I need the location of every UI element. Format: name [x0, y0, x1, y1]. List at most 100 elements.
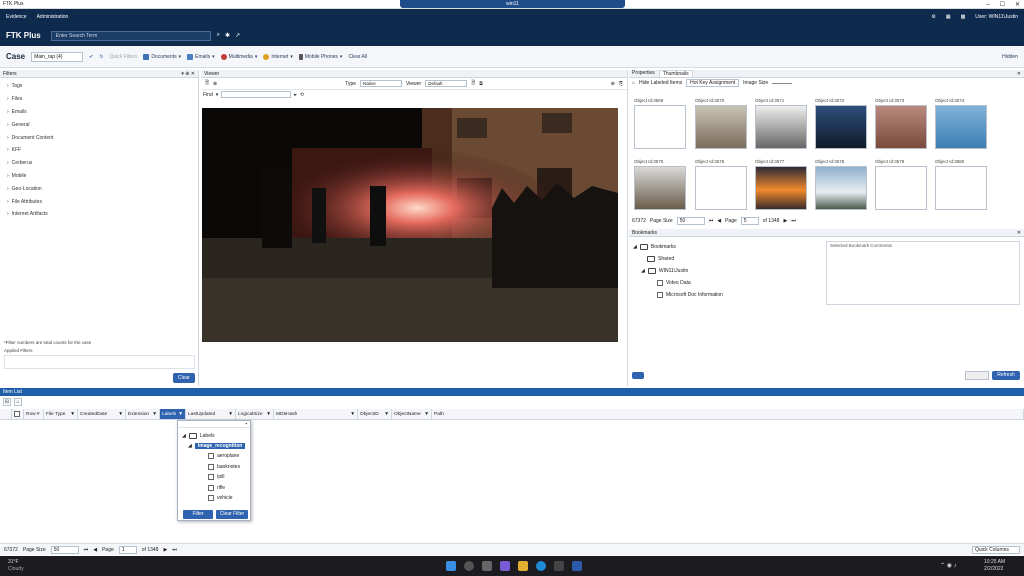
filter-icon[interactable]: ▼: [350, 412, 355, 417]
edge-icon[interactable]: [536, 561, 546, 571]
find-next-icon[interactable]: ▸: [294, 92, 297, 98]
close-icon[interactable]: ✕: [1015, 1, 1020, 8]
case-select[interactable]: Main_rap (4): [31, 51, 84, 62]
col-select[interactable]: [0, 409, 12, 419]
label-checkbox[interactable]: [208, 495, 214, 502]
col-md5[interactable]: MD5Hash ▼: [274, 409, 358, 419]
label-checkbox[interactable]: [208, 453, 214, 460]
close-icon[interactable]: ✕: [1017, 230, 1021, 236]
label-checkbox[interactable]: [208, 484, 214, 491]
clear-filters-button[interactable]: Clear: [173, 373, 195, 383]
settings-icon[interactable]: ✱: [225, 32, 230, 39]
home-icon[interactable]: ⌂: [14, 398, 22, 406]
col-objectname[interactable]: ObjectName ▼: [392, 409, 432, 419]
filter-item[interactable]: › KFF: [0, 144, 198, 157]
thumbnail[interactable]: [875, 105, 927, 149]
filter-item[interactable]: › Document Content: [0, 131, 198, 144]
first-page-icon[interactable]: ⏮: [709, 218, 714, 224]
bookmark-item[interactable]: Video Data: [633, 277, 823, 289]
thumbnail[interactable]: [634, 105, 686, 149]
doc-icon[interactable]: 🗎: [471, 80, 475, 88]
popup-close-icon[interactable]: ▪: [178, 421, 250, 428]
tray-icons[interactable]: ⌃ ◉ ♪: [940, 562, 957, 569]
quick-columns-select[interactable]: Quick Columns: [972, 545, 1020, 554]
store-icon[interactable]: [554, 561, 564, 571]
label-option[interactable]: vehicle: [182, 493, 246, 504]
gear-icon[interactable]: ⚙: [931, 14, 935, 20]
filter-icon[interactable]: ▼: [70, 412, 75, 417]
clear-filter-button[interactable]: Clear Filter: [216, 510, 248, 519]
tab-thumbnails[interactable]: Thumbnails: [658, 69, 693, 78]
find-prev-icon[interactable]: ⟲: [300, 92, 304, 98]
col-created[interactable]: CreatedDate ▼: [78, 409, 126, 419]
explorer-icon[interactable]: [518, 561, 528, 571]
page-size-select[interactable]: 50: [50, 545, 79, 554]
user-menu[interactable]: User: WIN11\Justin: [975, 14, 1018, 20]
thumbnail[interactable]: [695, 105, 747, 149]
label-group[interactable]: ◢ Image_recognition: [182, 441, 246, 451]
bookmark-checkbox[interactable]: [657, 292, 663, 298]
col-lastupdated[interactable]: LastUpdated ▼: [186, 409, 236, 419]
first-page-icon[interactable]: ⏮: [84, 547, 89, 553]
last-page-icon[interactable]: ⏭: [172, 547, 177, 553]
hide-icon[interactable]: ⌂: [632, 80, 635, 86]
filter-item[interactable]: › File Attributes: [0, 195, 198, 208]
filter-item[interactable]: › Mobile: [0, 170, 198, 183]
bookmark-item[interactable]: Microsoft Doc Information: [633, 289, 823, 301]
quick-filters-button[interactable]: Quick Filters: [110, 54, 138, 60]
label-option[interactable]: Ipill: [182, 472, 246, 483]
internet-button[interactable]: Internet ▾: [263, 53, 293, 60]
label-checkbox[interactable]: [208, 474, 214, 481]
filter-icon[interactable]: ▼: [424, 412, 429, 417]
hide-labeled-label[interactable]: Hide Labeled Items: [639, 80, 682, 86]
page-input[interactable]: 5: [740, 216, 759, 225]
rdp-bar[interactable]: win11: [400, 0, 625, 8]
minimize-icon[interactable]: –: [986, 2, 989, 8]
nav-circle-icon[interactable]: ⊕: [611, 81, 615, 87]
next-page-icon[interactable]: ▶: [783, 218, 787, 224]
search-input[interactable]: Enter Search Term: [50, 30, 211, 41]
bookmark-add-button[interactable]: [632, 372, 644, 379]
col-row[interactable]: Row #: [24, 409, 44, 419]
apps-icon[interactable]: ▩: [961, 14, 966, 20]
filter-item[interactable]: › Geo-Location: [0, 182, 198, 195]
label-root[interactable]: ◢ Labels: [182, 431, 246, 441]
hotkey-select[interactable]: Hot Key Assignment: [686, 79, 740, 87]
viewer-select[interactable]: Default: [425, 80, 468, 87]
select-icon[interactable]: ⊟: [3, 398, 11, 406]
refresh-button[interactable]: Refresh: [992, 371, 1020, 380]
col-checkbox[interactable]: [12, 409, 24, 419]
col-labels[interactable]: Labels ▼: [160, 409, 186, 419]
filter-icon[interactable]: ▼: [152, 412, 157, 417]
last-page-icon[interactable]: ⏭: [791, 218, 796, 224]
panel-controls-icon[interactable]: ▾ ⊕ ✕: [181, 71, 195, 77]
page-icon[interactable]: 🗎: [205, 80, 209, 88]
emails-button[interactable]: Emails ▾: [187, 53, 215, 60]
documents-button[interactable]: Documents ▾: [143, 53, 181, 60]
bookmark-action-button[interactable]: [965, 371, 989, 380]
col-path[interactable]: Path: [432, 409, 1024, 419]
page-input[interactable]: 1: [118, 545, 137, 554]
filter-icon[interactable]: ▼: [118, 412, 123, 417]
prev-page-icon[interactable]: ◀: [717, 218, 721, 224]
col-extension[interactable]: Extension ▼: [126, 409, 160, 419]
filter-icon[interactable]: ▼: [178, 412, 183, 417]
label-option[interactable]: rifle: [182, 483, 246, 494]
clear-all-button[interactable]: Clear All: [348, 54, 367, 60]
clock-date[interactable]: 2/2/2022: [984, 566, 1003, 572]
next-page-icon[interactable]: ▶: [163, 547, 167, 553]
copy-icon[interactable]: ⧉: [479, 81, 483, 87]
ftk-taskbar-icon[interactable]: [572, 561, 582, 571]
select-all-checkbox[interactable]: [14, 411, 20, 417]
video-frame[interactable]: [202, 108, 618, 342]
find-dropdown-icon[interactable]: ▾: [216, 92, 219, 98]
search-taskbar-icon[interactable]: [464, 561, 474, 571]
weather-temp[interactable]: 31°F: [8, 559, 19, 565]
col-objectid[interactable]: ObjectID ▼: [358, 409, 392, 419]
thumbnail[interactable]: [755, 105, 807, 149]
thumbnail[interactable]: [875, 166, 927, 210]
filter-button[interactable]: Filter: [183, 510, 213, 519]
bookmark-checkbox[interactable]: [657, 280, 663, 286]
thumbnail[interactable]: [815, 105, 867, 149]
weather-desc[interactable]: Cloudy: [8, 566, 24, 572]
